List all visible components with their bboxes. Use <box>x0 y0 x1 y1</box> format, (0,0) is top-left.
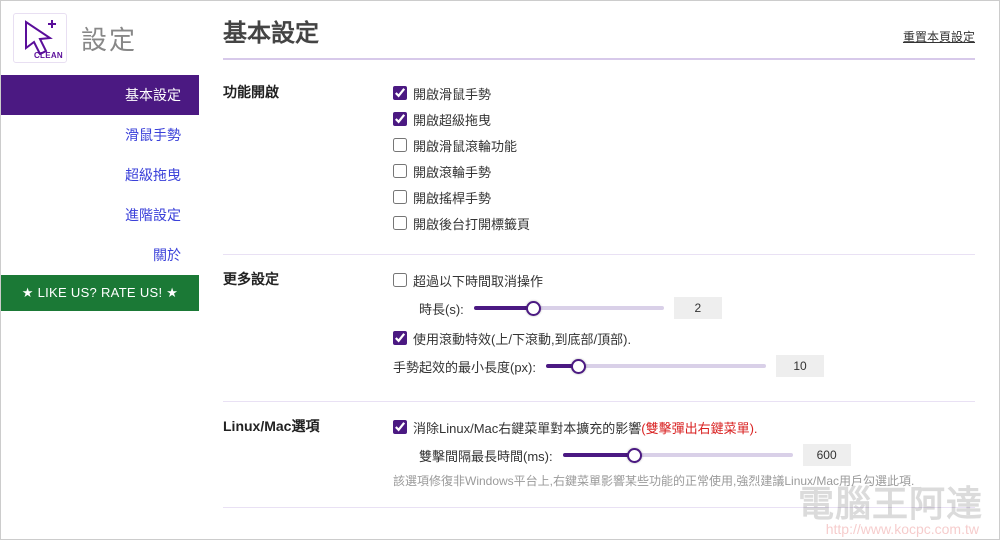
dblclick-slider-label: 雙擊間隔最長時間(ms): <box>419 446 553 465</box>
timeout-slider[interactable] <box>474 306 664 310</box>
logo-row: CLEAN 設定 <box>1 1 199 75</box>
timeout-label[interactable]: 超過以下時間取消操作 <box>413 271 543 290</box>
linuxfix-red: (雙擊彈出右鍵菜單). <box>641 421 757 436</box>
section-label: 更多設定 <box>223 267 393 383</box>
rate-us-banner[interactable]: ★ LIKE US? RATE US! ★ <box>1 275 199 311</box>
dblclick-slider[interactable] <box>563 453 793 457</box>
enable-checkbox-5[interactable] <box>393 216 407 230</box>
linuxfix-hint: 該選項修復非Windows平台上,右鍵菜單影響某些功能的正常使用,強烈建議Lin… <box>393 472 975 489</box>
sidebar: CLEAN 設定 基本設定 滑鼠手勢 超級拖曳 進階設定 關於 ★ LIKE U… <box>1 1 199 539</box>
enable-checkbox-0[interactable] <box>393 86 407 100</box>
enable-label-5[interactable]: 開啟後台打開標籤頁 <box>413 214 530 233</box>
enable-label-2[interactable]: 開啟滑鼠滾輪功能 <box>413 136 517 155</box>
enable-label-0[interactable]: 開啟滑鼠手勢 <box>413 84 491 103</box>
section-linuxmac: Linux/Mac選項 消除Linux/Mac右鍵菜單對本擴充的影響(雙擊彈出右… <box>223 408 975 508</box>
section-label: Linux/Mac選項 <box>223 414 393 489</box>
sidebar-nav: 基本設定 滑鼠手勢 超級拖曳 進階設定 關於 <box>1 75 199 275</box>
timeout-slider-label: 時長(s): <box>419 299 464 318</box>
timeout-checkbox[interactable] <box>393 273 407 287</box>
nav-advanced[interactable]: 進階設定 <box>1 195 199 235</box>
enable-checkbox-1[interactable] <box>393 112 407 126</box>
main-panel: 基本設定 重置本頁設定 功能開啟 開啟滑鼠手勢開啟超級拖曳開啟滑鼠滾輪功能開啟滾… <box>199 1 999 539</box>
linuxfix-label[interactable]: 消除Linux/Mac右鍵菜單對本擴充的影響(雙擊彈出右鍵菜單). <box>413 418 758 437</box>
enable-checkbox-2[interactable] <box>393 138 407 152</box>
section-label: 功能開啟 <box>223 80 393 236</box>
app-title: 設定 <box>81 20 137 57</box>
watermark-url: http://www.kocpc.com.tw <box>826 521 979 537</box>
minlen-value: 10 <box>776 355 824 377</box>
app-logo: CLEAN <box>13 13 67 63</box>
enable-label-1[interactable]: 開啟超級拖曳 <box>413 110 491 129</box>
nav-basic[interactable]: 基本設定 <box>1 75 199 115</box>
nav-superdrag[interactable]: 超級拖曳 <box>1 155 199 195</box>
logo-text: CLEAN <box>34 51 63 60</box>
reset-link[interactable]: 重置本頁設定 <box>903 28 975 45</box>
minlen-slider[interactable] <box>546 364 766 368</box>
minlen-slider-label: 手勢起效的最小長度(px): <box>393 357 536 376</box>
section-more: 更多設定 超過以下時間取消操作 時長(s): 2 使用滾動特效(上/下滾動,到底… <box>223 261 975 402</box>
page-title: 基本設定 <box>223 13 319 48</box>
timeout-value: 2 <box>674 297 722 319</box>
enable-label-4[interactable]: 開啟搖桿手勢 <box>413 188 491 207</box>
scrollfx-checkbox[interactable] <box>393 331 407 345</box>
scrollfx-label[interactable]: 使用滾動特效(上/下滾動,到底部/頂部). <box>413 329 631 348</box>
enable-checkbox-3[interactable] <box>393 164 407 178</box>
nav-about[interactable]: 關於 <box>1 235 199 275</box>
dblclick-value: 600 <box>803 444 851 466</box>
linuxfix-checkbox[interactable] <box>393 420 407 434</box>
nav-gestures[interactable]: 滑鼠手勢 <box>1 115 199 155</box>
section-enable: 功能開啟 開啟滑鼠手勢開啟超級拖曳開啟滑鼠滾輪功能開啟滾輪手勢開啟搖桿手勢開啟後… <box>223 74 975 255</box>
enable-label-3[interactable]: 開啟滾輪手勢 <box>413 162 491 181</box>
enable-checkbox-4[interactable] <box>393 190 407 204</box>
linuxfix-text: 消除Linux/Mac右鍵菜單對本擴充的影響 <box>413 421 641 436</box>
